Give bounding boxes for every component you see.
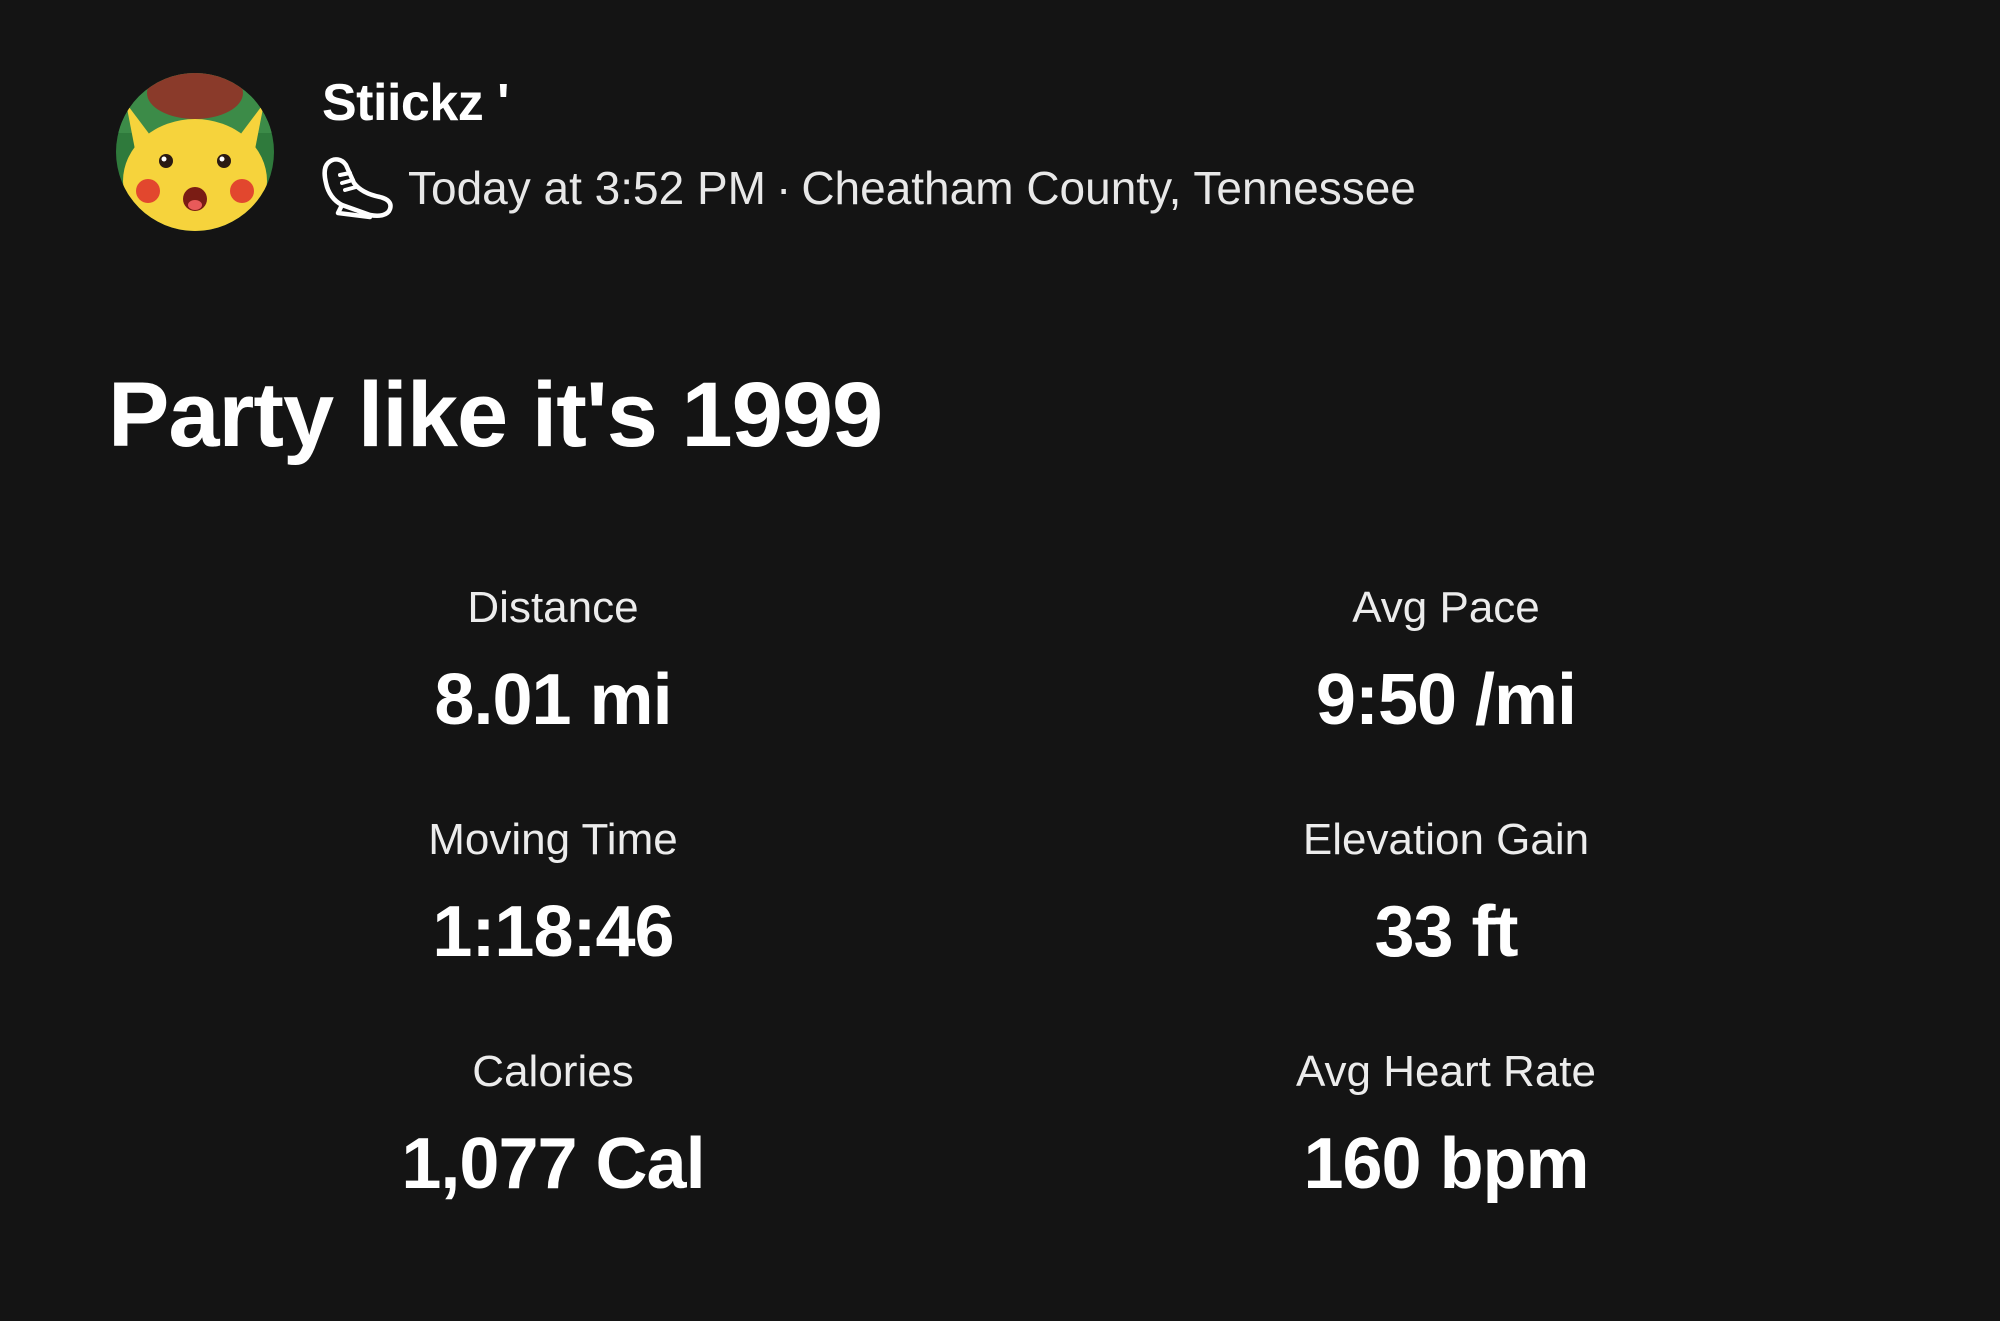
stat-label: Calories (472, 1047, 634, 1096)
running-shoe-icon (320, 153, 396, 223)
stat-value: 8.01 mi (434, 660, 672, 740)
activity-location: Cheatham County, Tennessee (801, 162, 1416, 214)
activity-timestamp: Today at 3:52 PM (408, 162, 766, 214)
activity-header: Stiickz ' Today at 3:52 PM · Cheatham Co… (116, 73, 1916, 233)
stat-label: Avg Heart Rate (1295, 1047, 1596, 1096)
activity-meta: Today at 3:52 PM · Cheatham County, Tenn… (320, 153, 1416, 223)
athlete-avatar[interactable] (116, 73, 274, 231)
stat-value: 1,077 Cal (401, 1124, 705, 1204)
stat-value: 33 ft (1374, 892, 1518, 972)
stat-elevation-gain: Elevation Gain 33 ft (1096, 812, 1796, 974)
stat-avg-heart-rate: Avg Heart Rate 160 bpm (1096, 1044, 1796, 1206)
stat-value: 160 bpm (1303, 1124, 1589, 1204)
stat-avg-pace: Avg Pace 9:50 /mi (1096, 580, 1796, 742)
stat-value: 9:50 /mi (1315, 660, 1577, 740)
stat-label: Distance (467, 583, 639, 632)
athlete-name[interactable]: Stiickz ' (322, 73, 510, 133)
stat-label: Elevation Gain (1302, 815, 1590, 864)
stat-calories: Calories 1,077 Cal (203, 1044, 903, 1206)
stat-value: 1:18:46 (432, 892, 674, 972)
pikachu-avatar-icon (116, 73, 274, 231)
stat-distance: Distance 8.01 mi (203, 580, 903, 742)
activity-title[interactable]: Party like it's 1999 (108, 360, 883, 470)
stat-label: Avg Pace (1352, 583, 1540, 632)
meta-separator: · (775, 162, 792, 214)
stat-moving-time: Moving Time 1:18:46 (203, 812, 903, 974)
stat-label: Moving Time (428, 815, 678, 864)
